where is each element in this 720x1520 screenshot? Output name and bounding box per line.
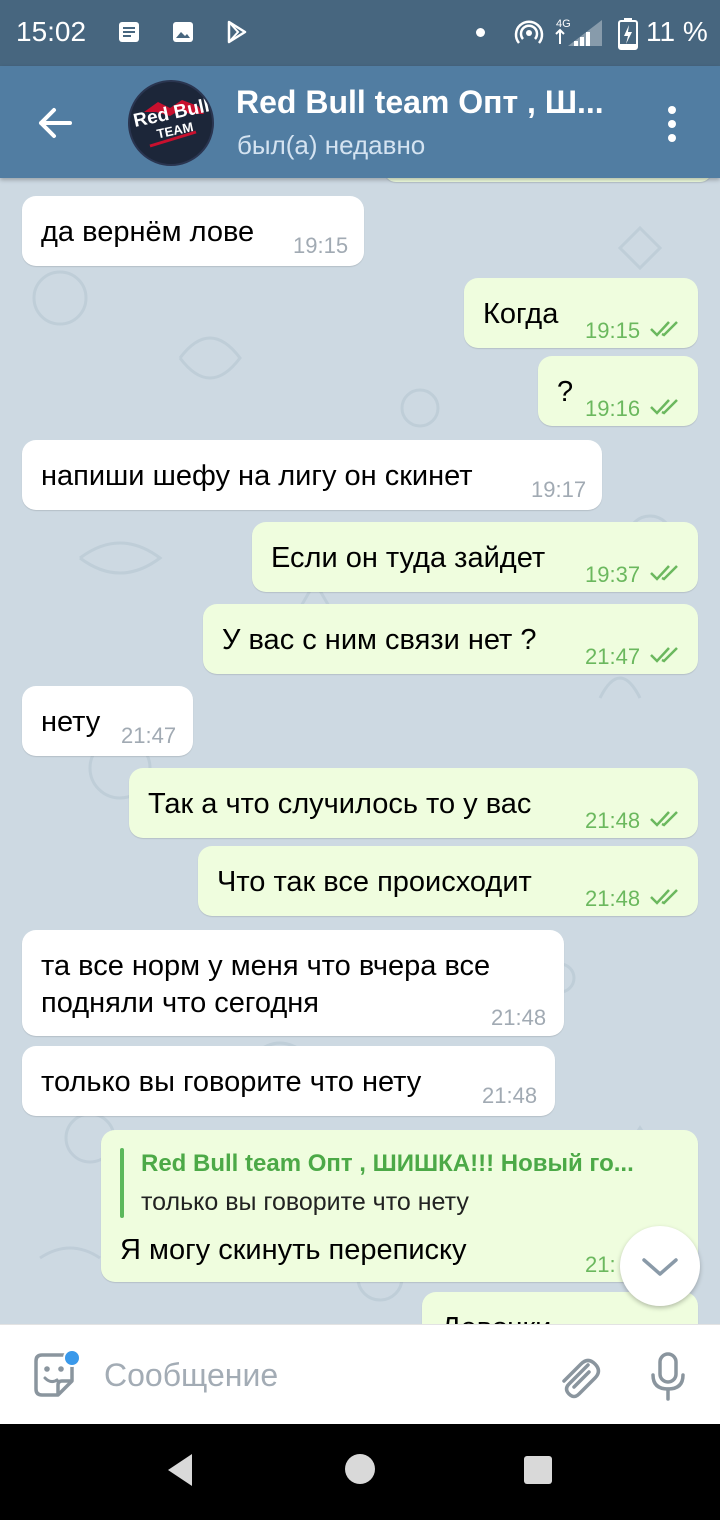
reply-author[interactable]: Red Bull team Опт , ШИШКА!!! Новый го... xyxy=(141,1150,679,1178)
message-bubble-outgoing[interactable]: Так а что случилось то у вас 21:48 xyxy=(129,768,698,838)
message-bubble-outgoing[interactable]: Что так все происходит 21:48 xyxy=(198,846,698,916)
message-input[interactable] xyxy=(104,1353,524,1397)
message-bubble-outgoing[interactable]: Когда 19:15 xyxy=(464,278,698,348)
message-time: 21:48 xyxy=(491,1005,547,1030)
reply-quoted-text: только вы говорите что нету xyxy=(141,1188,469,1216)
message-text: ? xyxy=(557,376,574,408)
read-checkmarks-icon xyxy=(650,811,678,827)
4g-signal-icon: 4G xyxy=(555,18,602,46)
battery-percent: 11 % xyxy=(646,16,708,47)
message-time: 19:15 xyxy=(293,233,349,258)
notification-icon xyxy=(119,22,139,42)
message-bubble-incoming[interactable]: только вы говорите что нету 21:48 xyxy=(22,1046,555,1116)
read-checkmarks-icon xyxy=(650,647,678,663)
reply-quote-bar xyxy=(120,1148,124,1218)
hotspot-icon xyxy=(514,20,544,44)
message-time: 21:47 xyxy=(121,723,177,748)
paperclip-attach-icon[interactable] xyxy=(554,1351,602,1401)
message-bubble-outgoing[interactable]: Если он туда зайдет 19:37 xyxy=(252,522,698,592)
message-text: Что так все происходит xyxy=(217,866,532,898)
message-time: 21:48 xyxy=(585,808,641,833)
message-input-bar xyxy=(0,1324,720,1424)
message-text: Когда xyxy=(483,298,559,330)
last-seen-status: был(а) недавно xyxy=(237,130,426,160)
message-bubble-partial[interactable] xyxy=(384,178,712,182)
message-text: Я могу скинуть переписку xyxy=(120,1234,467,1266)
status-time: 15:02 xyxy=(16,16,87,47)
read-checkmarks-icon xyxy=(650,399,678,415)
nav-recents-icon[interactable] xyxy=(524,1456,552,1484)
message-text: только вы говорите что нету xyxy=(41,1066,422,1098)
message-text: Так а что случилось то у вас xyxy=(148,788,532,820)
message-bubble-incoming[interactable]: да вернём лове 19:15 xyxy=(22,196,364,266)
message-text: Девочки xyxy=(441,1312,551,1324)
android-nav-bar xyxy=(0,1424,720,1520)
message-time: 19:15 xyxy=(585,318,641,343)
message-text: нету xyxy=(41,706,101,738)
message-bubble-incoming[interactable]: напиши шефу на лигу он скинет 19:17 xyxy=(22,440,602,510)
message-bubble-outgoing[interactable]: У вас с ним связи нет ? 21:47 xyxy=(203,604,698,674)
chat-title[interactable]: Red Bull team Опт , Ш... xyxy=(236,84,626,121)
message-time: 19:17 xyxy=(531,477,587,502)
new-stickers-badge xyxy=(63,1349,81,1367)
message-time: 21:48 xyxy=(482,1083,538,1108)
message-text: Если он туда зайдет xyxy=(271,542,546,574)
battery-charging-icon xyxy=(618,18,638,50)
message-text-line2: подняли что сегодня xyxy=(41,987,319,1019)
more-menu-icon[interactable] xyxy=(656,102,688,146)
gallery-icon xyxy=(173,22,193,42)
nav-home-icon[interactable] xyxy=(345,1454,375,1484)
avatar[interactable]: Red Bull TEAM xyxy=(128,80,214,166)
nav-back-icon[interactable] xyxy=(164,1452,196,1488)
play-store-icon xyxy=(227,20,247,44)
message-time: 21: xyxy=(585,1252,616,1277)
status-dot xyxy=(476,28,485,37)
message-text: да вернём лове xyxy=(41,216,255,248)
chevron-down-icon xyxy=(642,1258,678,1276)
message-time: 21:47 xyxy=(585,644,641,669)
message-text: напиши шефу на лигу он скинет xyxy=(41,460,473,492)
read-checkmarks-icon xyxy=(650,565,678,581)
message-text: У вас с ним связи нет ? xyxy=(222,624,537,656)
chat-header: Red Bull TEAM Red Bull team Опт , Ш... б… xyxy=(0,66,720,178)
message-time: 19:37 xyxy=(585,562,641,587)
message-bubble-outgoing[interactable]: ? 19:16 xyxy=(538,356,698,426)
message-bubble-reply[interactable]: Red Bull team Опт , ШИШКА!!! Новый го...… xyxy=(101,1130,698,1282)
message-text-line1: та все норм у меня что вчера все xyxy=(41,950,491,982)
status-bar: 15:02 4G 11 % xyxy=(0,0,720,66)
read-checkmarks-icon xyxy=(650,321,678,337)
chat-area[interactable]: да вернём лове 19:15 Когда 19:15 ? 19:16… xyxy=(0,178,720,1324)
microphone-icon[interactable] xyxy=(650,1351,686,1401)
message-time: 19:16 xyxy=(585,396,641,421)
svg-text:4G: 4G xyxy=(556,18,571,30)
message-time: 21:48 xyxy=(585,886,641,911)
message-bubble-incoming[interactable]: та все норм у меня что вчера все подняли… xyxy=(22,930,564,1036)
back-arrow-icon[interactable] xyxy=(34,102,76,144)
read-checkmarks-icon xyxy=(650,889,678,905)
scroll-down-button[interactable] xyxy=(620,1226,700,1306)
message-bubble-incoming[interactable]: нету 21:47 xyxy=(22,686,193,756)
